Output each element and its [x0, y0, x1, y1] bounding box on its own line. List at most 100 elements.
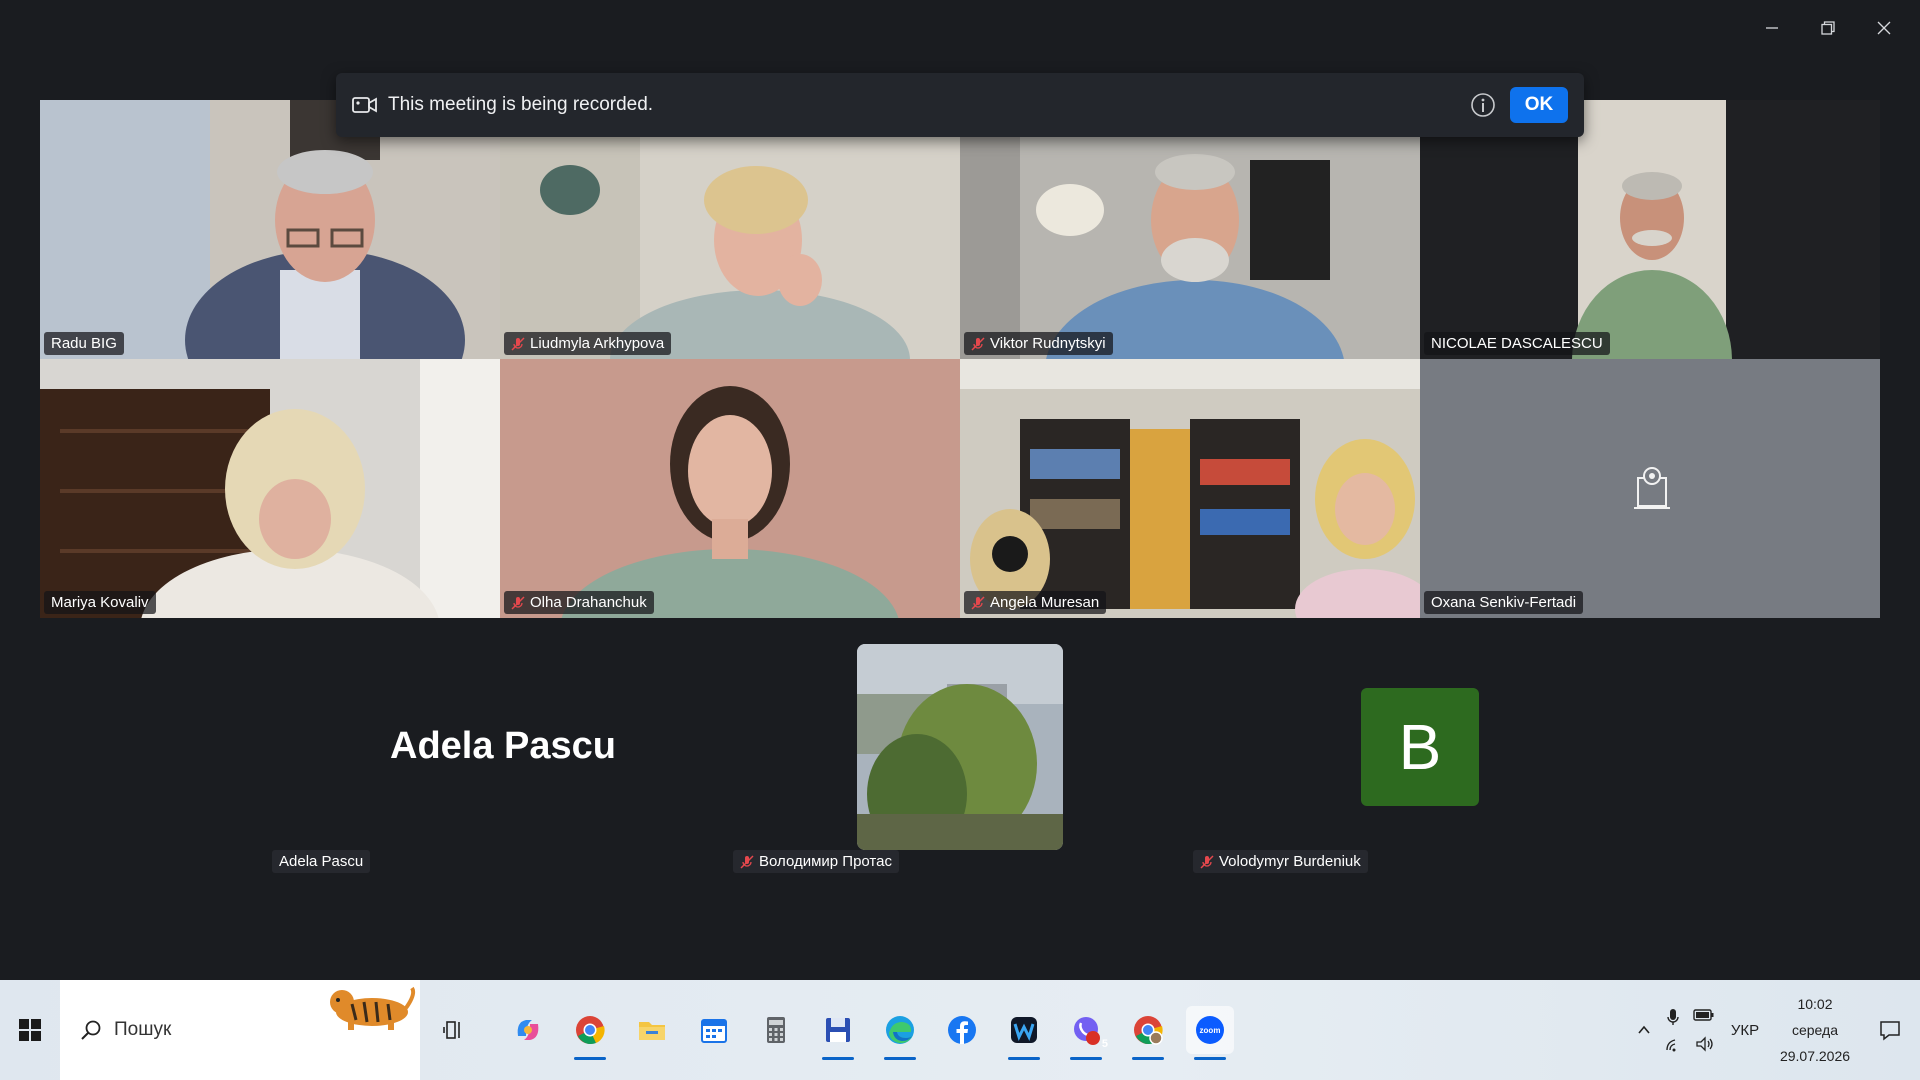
zoom-app-label: zoom	[1199, 1025, 1221, 1035]
participant-name: Liudmyla Arkhypova	[530, 335, 665, 352]
viber-icon	[1074, 1017, 1100, 1045]
participant-name: Adela Pascu	[279, 853, 364, 870]
participant-name: Angela Muresan	[990, 594, 1100, 611]
battery-icon[interactable]	[1693, 1008, 1715, 1022]
edge-app[interactable]	[876, 1006, 924, 1060]
tiger-highlight-icon	[330, 986, 416, 1030]
participant-name-tag: Mariya Kovaliv	[44, 591, 156, 614]
video-tile[interactable]: Olha Drahanchuk	[500, 359, 960, 618]
participant-video	[40, 100, 500, 359]
participant-video-thumbnail[interactable]	[857, 644, 1063, 850]
video-tile[interactable]: Liudmyla Arkhypova	[500, 100, 960, 359]
participant-name-tag: Volodymyr Burdeniuk	[1193, 850, 1368, 873]
wifi-icon[interactable]	[1665, 1036, 1683, 1052]
video-tile[interactable]: NICOLAE DASCALESCU	[1420, 100, 1880, 359]
info-icon[interactable]	[1470, 92, 1496, 118]
participant-video	[500, 100, 960, 359]
task-view-button[interactable]	[424, 1019, 484, 1041]
input-language-indicator[interactable]: УКР	[1720, 1022, 1770, 1039]
participant-video	[500, 359, 960, 618]
windows-taskbar: Пошук 5 zoom УКР 10:02 середа 29.07.2026	[0, 980, 1920, 1080]
participant-name-tag: NICOLAE DASCALESCU	[1424, 332, 1610, 355]
folder-icon	[639, 1022, 665, 1040]
recording-notification: This meeting is being recorded. OK	[336, 73, 1584, 137]
restore-button[interactable]	[1800, 8, 1856, 48]
copilot-icon	[517, 1020, 539, 1040]
chevron-up-icon	[1638, 1025, 1650, 1034]
participant-video	[960, 359, 1420, 618]
notification-icon	[1880, 1021, 1900, 1041]
microphone-icon[interactable]	[1665, 1008, 1681, 1026]
tray-status-icons	[1660, 1008, 1720, 1052]
ok-button[interactable]: OK	[1510, 87, 1568, 123]
participant-name: Mariya Kovaliv	[51, 594, 149, 611]
mic-muted-icon	[971, 336, 985, 351]
video-tile[interactable]: Angela Muresan	[960, 359, 1420, 618]
zoom-app[interactable]: zoom	[1186, 1006, 1234, 1060]
viber-app[interactable]: 5	[1062, 1006, 1110, 1060]
participant-name: Olha Drahanchuk	[530, 594, 647, 611]
video-tile[interactable]: Radu BIG	[40, 100, 500, 359]
mic-muted-icon	[511, 336, 525, 351]
copilot-app[interactable]	[504, 1006, 552, 1054]
video-camera-icon	[352, 97, 377, 113]
file-explorer-app[interactable]	[628, 1006, 676, 1054]
participant-video	[40, 359, 500, 618]
participant-name-tag: Adela Pascu	[272, 850, 371, 873]
minimize-icon	[1766, 27, 1778, 29]
participant-avatar[interactable]: B	[1361, 688, 1479, 806]
windows-logo-icon	[19, 1019, 41, 1041]
search-icon	[81, 1020, 101, 1040]
participant-name-tag: Olha Drahanchuk	[504, 591, 654, 614]
notification-center-button[interactable]	[1860, 1019, 1920, 1041]
webcam-off-icon	[1634, 467, 1670, 509]
participant-name-tag: Radu BIG	[44, 332, 124, 355]
clock-weekday: середа	[1791, 1022, 1838, 1038]
window-controls	[1744, 8, 1912, 48]
chrome-icon	[1134, 1016, 1163, 1045]
participant-name: Radu BIG	[51, 335, 117, 352]
mic-muted-icon	[1200, 854, 1214, 869]
chrome-icon	[576, 1016, 605, 1045]
pinned-apps: 5 zoom	[504, 1006, 1234, 1060]
calendar-icon	[701, 1019, 727, 1043]
participant-name-tag: Liudmyla Arkhypova	[504, 332, 672, 355]
video-tile-active-speaker[interactable]: Oxana Senkiv-Fertadi	[1420, 359, 1880, 618]
taskbar-search[interactable]: Пошук	[60, 980, 420, 1080]
facebook-icon	[948, 1016, 976, 1044]
calendar-app[interactable]	[690, 1006, 738, 1054]
system-tray: УКР 10:02 середа 29.07.2026	[1628, 980, 1920, 1080]
video-tile[interactable]: Mariya Kovaliv	[40, 359, 500, 618]
speaker-volume-icon[interactable]	[1695, 1036, 1715, 1052]
task-view-icon	[443, 1021, 460, 1039]
chrome-profile-app[interactable]	[1124, 1006, 1172, 1060]
participant-name-tag: Oxana Senkiv-Fertadi	[1424, 591, 1584, 614]
search-label: Пошук	[114, 1019, 172, 1040]
facebook-app[interactable]	[938, 1006, 986, 1054]
participant-name-tag: Angela Muresan	[964, 591, 1107, 614]
recording-message: This meeting is being recorded.	[388, 94, 654, 115]
edge-icon	[886, 1016, 914, 1044]
calculator-app[interactable]	[752, 1006, 800, 1054]
video-gallery: Radu BIG Liudmyla Arkhypova Viktor Rudny…	[40, 100, 1880, 618]
participant-name: Volodymyr Burdeniuk	[1219, 853, 1361, 870]
minimize-button[interactable]	[1744, 8, 1800, 48]
mic-muted-icon	[971, 595, 985, 610]
participant-video	[1420, 100, 1880, 359]
participant-video	[960, 100, 1420, 359]
clock-time: 10:02	[1797, 996, 1833, 1012]
participant-name: Oxana Senkiv-Fertadi	[1431, 594, 1577, 611]
start-button[interactable]	[0, 980, 60, 1080]
webex-app[interactable]	[1000, 1006, 1048, 1060]
close-button[interactable]	[1856, 8, 1912, 48]
restore-icon	[1821, 21, 1835, 35]
chrome-app[interactable]	[566, 1006, 614, 1060]
show-hidden-icons-button[interactable]	[1628, 1022, 1660, 1038]
save-app[interactable]	[814, 1006, 862, 1060]
participant-video	[857, 644, 1063, 850]
notification-badge: 5	[1101, 1038, 1108, 1050]
mic-muted-icon	[511, 595, 525, 610]
taskbar-clock[interactable]: 10:02 середа 29.07.2026	[1770, 996, 1860, 1064]
video-tile[interactable]: Viktor Rudnytskyi	[960, 100, 1420, 359]
mic-muted-icon	[740, 854, 754, 869]
